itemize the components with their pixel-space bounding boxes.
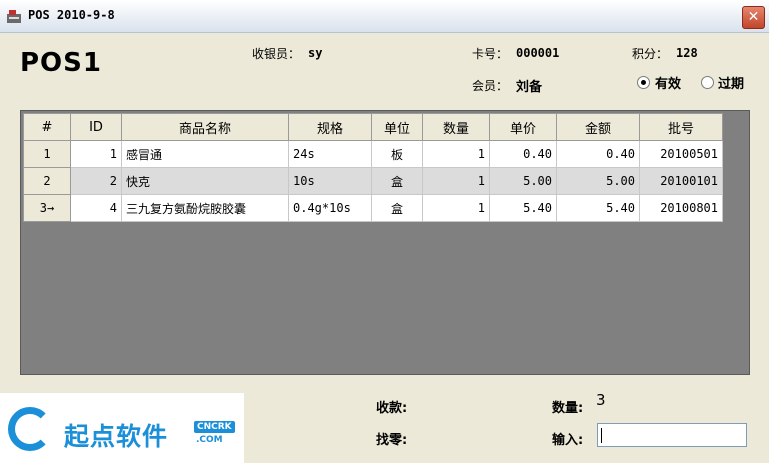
cell-amount[interactable]: 5.00: [556, 167, 640, 195]
cell-id[interactable]: 4: [70, 194, 122, 222]
items-table: # ID 商品名称 规格 单位 数量 单价 金额 批号 1 1 感冒通 24s: [23, 113, 723, 222]
cashier-value: sy: [308, 46, 323, 60]
table-row[interactable]: 3→ 4 三九复方氨酚烷胺胶囊 0.4g*10s 盒 1 5.40 5.40 2…: [23, 194, 723, 222]
table-row[interactable]: 2 2 快克 10s 盒 1 5.00 5.00 20100101: [23, 167, 723, 195]
member-value: 刘备: [516, 80, 543, 95]
window-title: POS 2010-9-8: [28, 8, 115, 22]
status-valid-radio[interactable]: [637, 76, 650, 89]
grid-header-row: # ID 商品名称 规格 单位 数量 单价 金额 批号: [23, 113, 723, 141]
close-icon: ✕: [747, 9, 760, 25]
col-header-unit[interactable]: 单位: [371, 113, 423, 141]
card-value: 000001: [516, 46, 560, 60]
status-expired-radio[interactable]: [701, 76, 714, 89]
cell-price[interactable]: 5.00: [489, 167, 557, 195]
quantity-value: 3: [596, 391, 606, 409]
cell-amount[interactable]: 5.40: [556, 194, 640, 222]
cell-batch[interactable]: 20100101: [639, 167, 723, 195]
cell-amount[interactable]: 0.40: [556, 140, 640, 168]
col-header-price[interactable]: 单价: [489, 113, 557, 141]
cell-id[interactable]: 1: [70, 140, 122, 168]
cell-batch[interactable]: 20100801: [639, 194, 723, 222]
cell-name[interactable]: 三九复方氨酚烷胺胶囊: [121, 194, 289, 222]
cell-name[interactable]: 感冒通: [121, 140, 289, 168]
app-icon: [7, 10, 21, 23]
input-label: 输入:: [552, 433, 584, 448]
row-number-current[interactable]: 3→: [23, 194, 71, 222]
col-header-id[interactable]: ID: [70, 113, 122, 141]
row-number[interactable]: 2: [23, 167, 71, 195]
quantity-label: 数量:: [552, 401, 584, 416]
col-header-amount[interactable]: 金额: [556, 113, 640, 141]
cell-quantity[interactable]: 1: [422, 194, 490, 222]
watermark-logo: 起点软件 CNCRK .COM: [0, 393, 244, 463]
cell-spec[interactable]: 0.4g*10s: [288, 194, 372, 222]
cell-quantity[interactable]: 1: [422, 140, 490, 168]
pos-name: POS1: [20, 48, 102, 78]
points-value: 128: [676, 46, 698, 60]
card-label: 卡号：: [472, 47, 509, 61]
scan-input[interactable]: [597, 423, 747, 447]
col-header-batch[interactable]: 批号: [639, 113, 723, 141]
cell-price[interactable]: 5.40: [489, 194, 557, 222]
points-label: 积分：: [632, 47, 669, 61]
cell-id[interactable]: 2: [70, 167, 122, 195]
cell-batch[interactable]: 20100501: [639, 140, 723, 168]
logo-badge: CNCRK: [194, 421, 235, 433]
title-bar[interactable]: POS 2010-9-8 ✕: [0, 0, 769, 33]
close-button[interactable]: ✕: [742, 6, 765, 29]
cell-spec[interactable]: 10s: [288, 167, 372, 195]
cell-spec[interactable]: 24s: [288, 140, 372, 168]
cashier-label: 收银员：: [252, 47, 301, 61]
cell-unit[interactable]: 盒: [371, 194, 423, 222]
col-header-name[interactable]: 商品名称: [121, 113, 289, 141]
row-number[interactable]: 1: [23, 140, 71, 168]
logo-brand-text: 起点软件: [64, 422, 169, 451]
received-label: 收款:: [376, 401, 408, 416]
logo-swirl-icon: [8, 407, 52, 451]
cell-quantity[interactable]: 1: [422, 167, 490, 195]
status-valid-label[interactable]: 有效: [655, 73, 681, 92]
col-header-quantity[interactable]: 数量: [422, 113, 490, 141]
text-caret: [601, 428, 602, 443]
col-header-row-number[interactable]: #: [23, 113, 71, 141]
cell-name[interactable]: 快克: [121, 167, 289, 195]
member-label: 会员：: [472, 79, 509, 93]
cell-unit[interactable]: 盒: [371, 167, 423, 195]
cell-unit[interactable]: 板: [371, 140, 423, 168]
pos-window: POS 2010-9-8 ✕ POS1 收银员： sy 卡号： 000001 积…: [0, 0, 769, 463]
col-header-spec[interactable]: 规格: [288, 113, 372, 141]
status-expired-label[interactable]: 过期: [718, 73, 744, 92]
cell-price[interactable]: 0.40: [489, 140, 557, 168]
logo-sub: .COM: [196, 435, 223, 445]
change-label: 找零:: [376, 433, 408, 448]
items-grid[interactable]: # ID 商品名称 规格 单位 数量 单价 金额 批号 1 1 感冒通 24s: [20, 110, 750, 375]
table-row[interactable]: 1 1 感冒通 24s 板 1 0.40 0.40 20100501: [23, 140, 723, 168]
